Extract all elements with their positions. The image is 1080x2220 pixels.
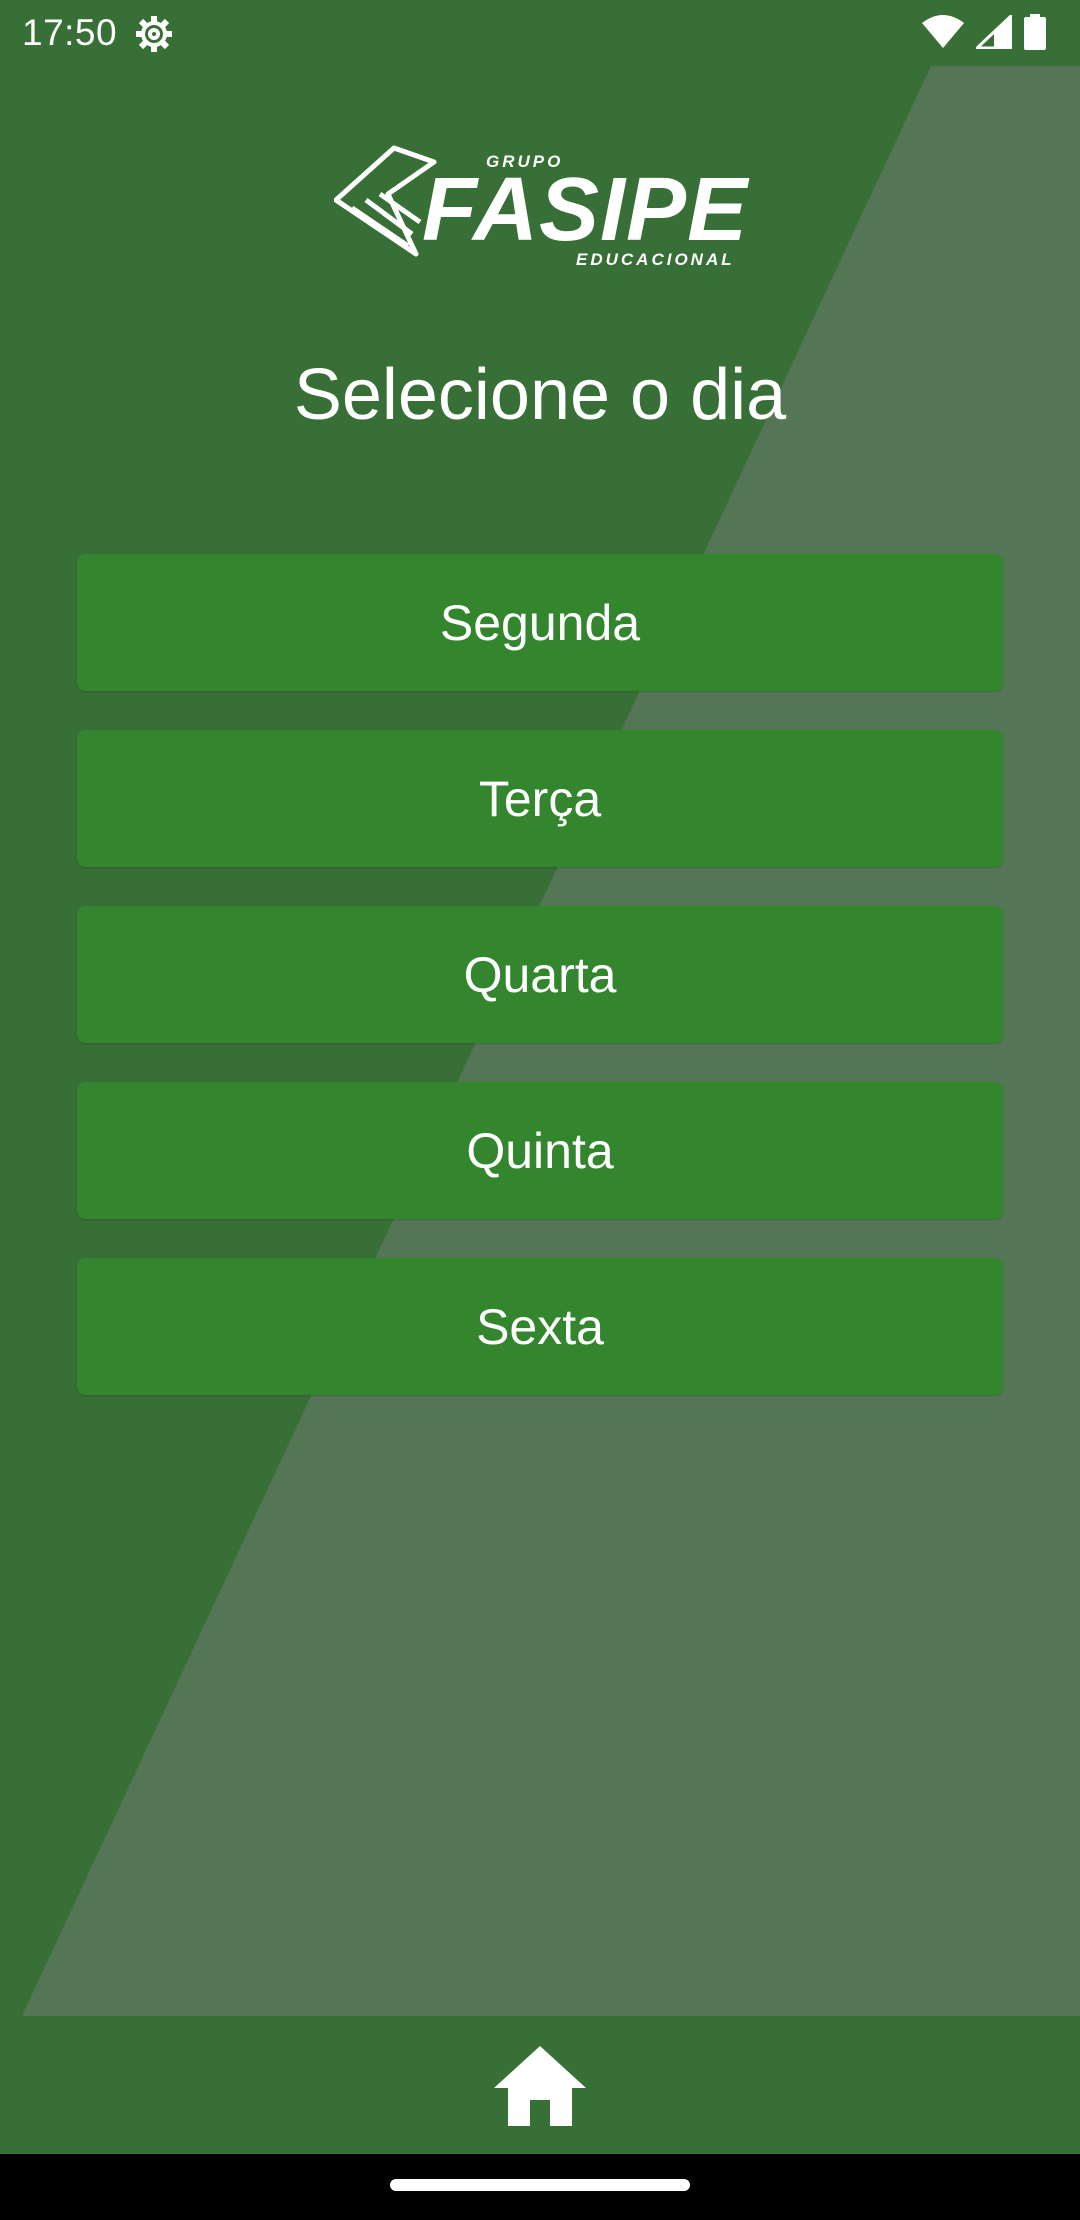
fasipe-logo: GRUPO FASIPE EDUCACIONAL [330,132,750,282]
app-screen: 17:50 GRUPO FASIPE EDUCACIONAL Selecione… [0,0,1080,2220]
day-button-quarta[interactable]: Quarta [77,906,1003,1043]
gear-icon [134,14,174,54]
battery-icon [1024,13,1046,55]
status-time: 17:50 [22,12,118,53]
day-button-terca[interactable]: Terça [77,730,1003,867]
day-button-sexta[interactable]: Sexta [77,1258,1003,1395]
day-list: Segunda Terça Quarta Quinta Sexta [77,554,1003,1434]
day-button-segunda[interactable]: Segunda [77,554,1003,691]
logo-main-text: FASIPE [422,160,749,260]
wifi-icon [922,14,964,54]
gesture-navigation-bar [0,2154,1080,2220]
status-icons [922,12,1046,55]
bottom-nav [0,2016,1080,2154]
logo-educacional-text: EDUCACIONAL [576,250,735,269]
gesture-handle[interactable] [390,2179,690,2191]
cell-signal-icon [973,12,1013,54]
home-icon [494,2046,586,2126]
day-button-quinta[interactable]: Quinta [77,1082,1003,1219]
home-button[interactable] [494,2044,586,2128]
page-title: Selecione o dia [293,355,787,435]
status-bar: 17:50 [0,0,1080,66]
